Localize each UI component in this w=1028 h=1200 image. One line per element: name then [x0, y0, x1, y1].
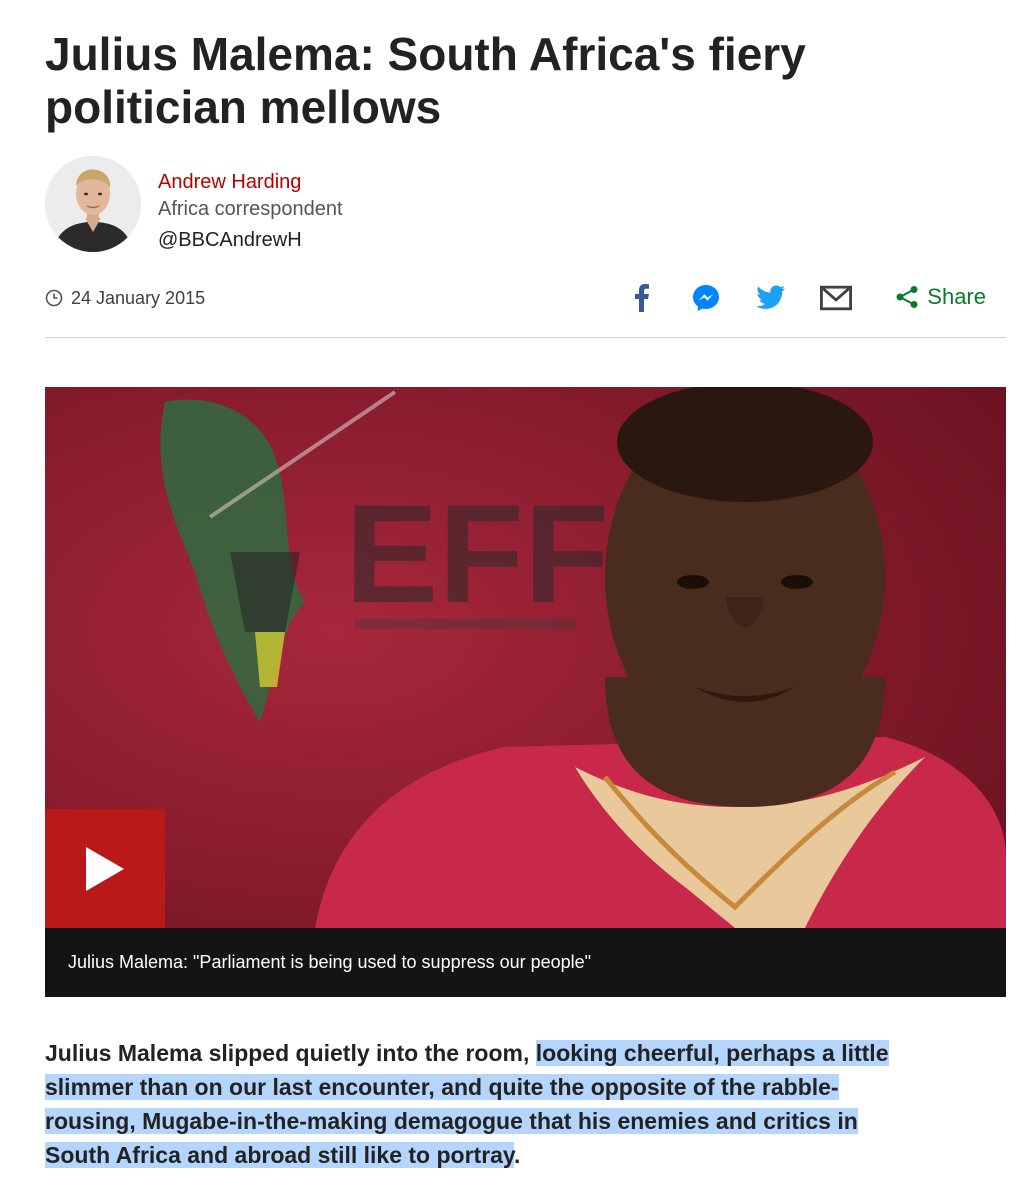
author-byline: Andrew Harding Africa correspondent @BBC…: [45, 156, 645, 256]
share-icon: [896, 286, 918, 308]
twitter-icon[interactable]: [755, 282, 787, 314]
author-twitter-handle[interactable]: @BBCAndrewH: [158, 229, 302, 252]
publish-date: 24 January 2015: [71, 287, 206, 308]
email-icon[interactable]: [820, 282, 852, 314]
article-headline: Julius Malema: South Africa's fiery poli…: [45, 28, 806, 133]
video-still-image[interactable]: EFF: [45, 387, 1006, 928]
share-toolbar: Share: [625, 278, 1006, 318]
author-avatar: [45, 156, 141, 252]
clock-icon: [45, 289, 63, 307]
header-divider: [45, 337, 1006, 338]
facebook-icon[interactable]: [625, 282, 657, 314]
share-button[interactable]: Share: [895, 284, 986, 310]
eff-backdrop-text: EFF: [345, 475, 609, 632]
intro-text-end: .: [514, 1142, 521, 1168]
author-role: Africa correspondent: [158, 198, 343, 220]
article-dateline: 24 January 2015: [45, 285, 205, 311]
intro-text: Julius Malema slipped quietly into the r…: [45, 1040, 536, 1066]
author-name-link[interactable]: Andrew Harding: [158, 171, 301, 194]
video-caption: Julius Malema: "Parliament is being used…: [45, 928, 1006, 997]
play-button[interactable]: [45, 809, 165, 928]
messenger-icon[interactable]: [690, 282, 722, 314]
article-intro-paragraph: Julius Malema slipped quietly into the r…: [45, 1036, 925, 1172]
play-icon: [86, 846, 124, 891]
share-label: Share: [927, 284, 986, 309]
video-player[interactable]: EFF Julius Malema: "Parliament is being …: [45, 387, 1006, 997]
